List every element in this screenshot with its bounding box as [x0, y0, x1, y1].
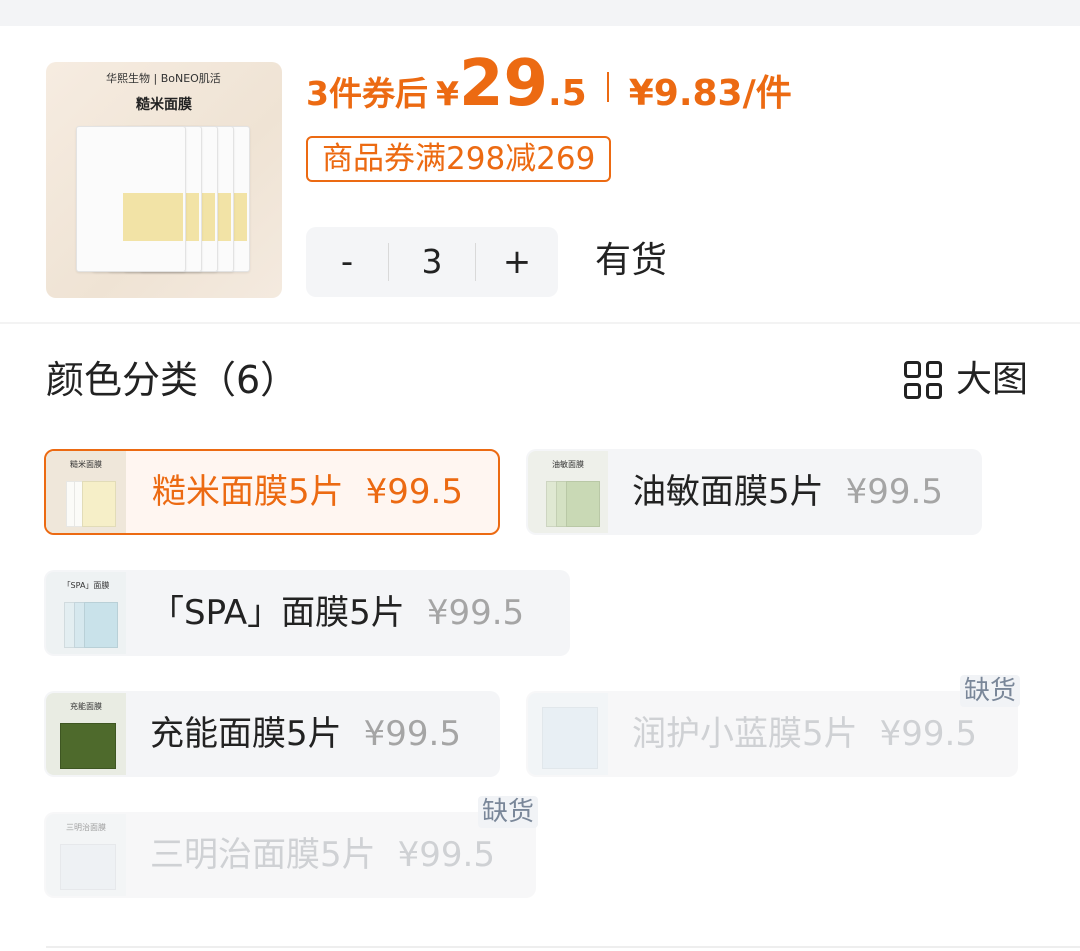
- swatch-label: 充能面膜: [70, 702, 102, 711]
- bottom-divider: [46, 946, 1080, 948]
- price-prefix: 3件券后: [306, 74, 428, 113]
- variant-swatch-image: 油敏面膜: [528, 451, 608, 533]
- variant-swatch-image: 三明治面膜: [46, 814, 126, 896]
- swatch-label: 三明治面膜: [66, 823, 106, 832]
- thumbnail-brand: 华熙生物 | BoNEO肌活: [106, 70, 221, 86]
- variant-text: 油敏面膜5片 ¥99.5: [632, 449, 943, 535]
- coupon-badge[interactable]: 商品券满298减269: [306, 136, 612, 182]
- swatch-label: 糙米面膜: [70, 460, 102, 469]
- variant-option[interactable]: 润护小蓝膜5片 ¥99.5 缺货: [526, 675, 1020, 777]
- variant-name: 油敏面膜5片: [632, 472, 824, 512]
- variant-option[interactable]: 「SPA」面膜 「SPA」面膜5片 ¥99.5: [44, 570, 570, 656]
- variant-swatch-image: [528, 693, 608, 775]
- variant-section-title: 颜色分类（6）: [46, 358, 299, 402]
- swatch-label: 油敏面膜: [552, 460, 584, 469]
- variant-text: 三明治面膜5片 ¥99.5: [150, 812, 495, 898]
- decrease-button[interactable]: -: [306, 227, 388, 297]
- variant-text: 糙米面膜5片 ¥99.5: [152, 451, 463, 533]
- mask-pack-image: [76, 126, 186, 272]
- variant-price: ¥99.5: [426, 593, 525, 633]
- price-decimal: .5: [548, 73, 587, 114]
- price-separator: [606, 72, 609, 102]
- variant-name: 充能面膜5片: [150, 714, 342, 754]
- unit-price: ¥9.83/件: [628, 73, 792, 114]
- stock-status: 有货: [595, 240, 668, 281]
- grid-icon: [904, 361, 942, 399]
- variant-text: 润护小蓝膜5片 ¥99.5: [632, 691, 977, 777]
- variant-option[interactable]: 油敏面膜 油敏面膜5片 ¥99.5: [526, 449, 982, 535]
- variant-text: 「SPA」面膜5片 ¥99.5: [150, 570, 524, 656]
- variant-option[interactable]: 充能面膜 充能面膜5片 ¥99.5: [44, 691, 500, 777]
- variant-swatch-image: 「SPA」面膜: [46, 572, 126, 654]
- swatch-label: 「SPA」面膜: [62, 581, 110, 590]
- variant-swatch-image: 糙米面膜: [46, 451, 126, 533]
- product-thumbnail[interactable]: 华熙生物 | BoNEO肌活 糙米面膜: [46, 62, 282, 298]
- variant-option[interactable]: 三明治面膜 三明治面膜5片 ¥99.5 缺货: [44, 796, 538, 898]
- variant-name: 润护小蓝膜5片: [632, 714, 858, 754]
- big-image-label: 大图: [956, 359, 1029, 400]
- quantity-value[interactable]: 3: [388, 243, 476, 281]
- thumbnail-brand-text: 华熙生物 | BoNEO肌活: [106, 72, 221, 85]
- variant-swatch-image: 充能面膜: [46, 693, 126, 775]
- variant-text: 充能面膜5片 ¥99.5: [150, 691, 461, 777]
- variant-option[interactable]: 糙米面膜 糙米面膜5片 ¥99.5: [44, 449, 500, 535]
- thumbnail-product-name: 糙米面膜: [136, 97, 192, 113]
- quantity-stepper: - 3 +: [306, 227, 558, 297]
- top-strip: [0, 0, 1080, 26]
- variant-price: ¥99.5: [363, 714, 461, 754]
- variant-name: 「SPA」面膜5片: [150, 593, 405, 633]
- variant-price: ¥99.5: [845, 472, 943, 512]
- variant-name: 三明治面膜5片: [150, 835, 376, 875]
- price-integer: 29: [458, 47, 548, 121]
- out-of-stock-badge: 缺货: [477, 796, 538, 828]
- divider: [0, 322, 1080, 324]
- variant-name: 糙米面膜5片: [152, 472, 344, 512]
- out-of-stock-badge: 缺货: [959, 675, 1020, 707]
- product-header: 华熙生物 | BoNEO肌活 糙米面膜 3件券后 ¥ 29 .5 ¥9.83/件…: [0, 26, 1080, 324]
- increase-button[interactable]: +: [476, 227, 558, 297]
- price-line: 3件券后 ¥ 29 .5 ¥9.83/件: [306, 52, 792, 122]
- price-currency: ¥: [435, 74, 459, 113]
- big-image-toggle[interactable]: 大图: [904, 356, 1028, 404]
- variant-price: ¥99.5: [365, 472, 463, 512]
